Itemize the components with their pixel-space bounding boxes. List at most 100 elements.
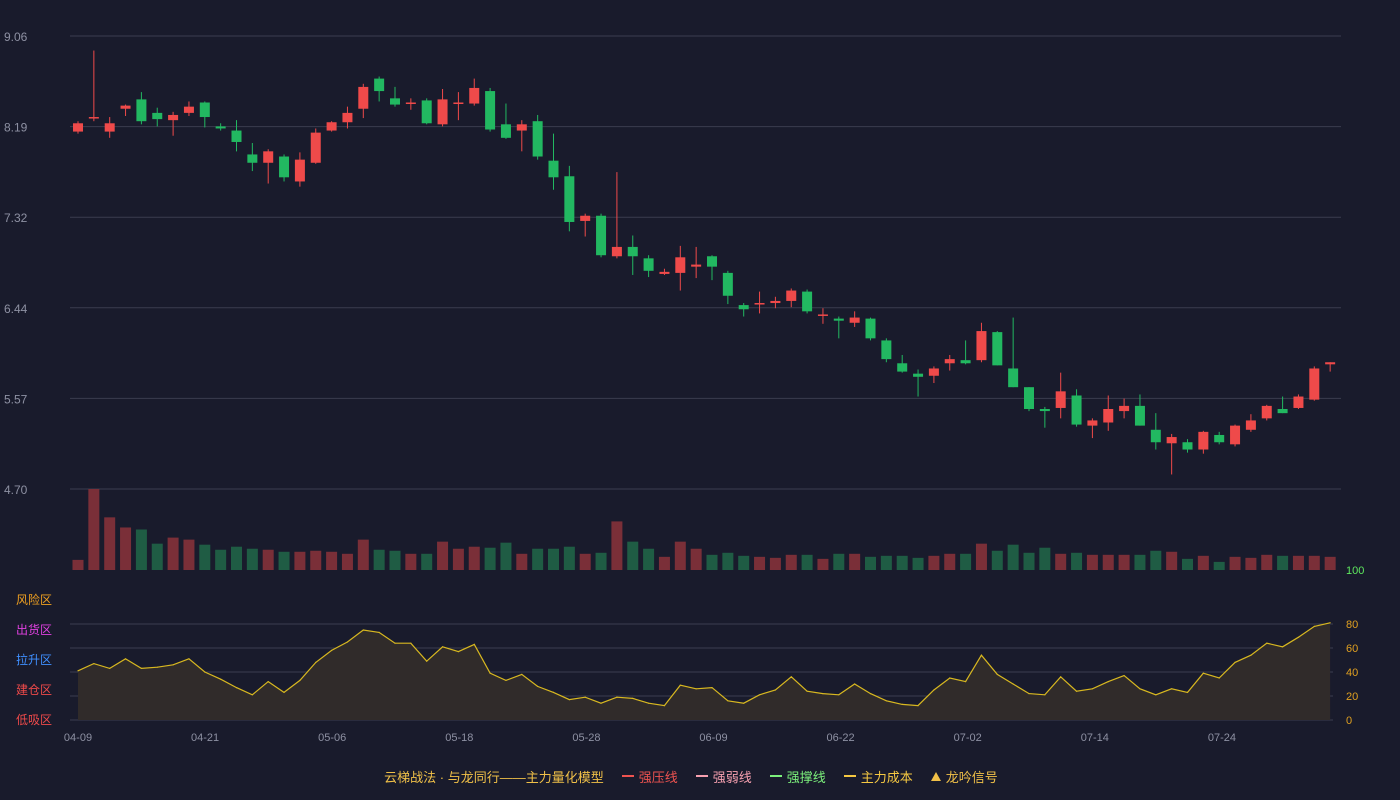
- indicator-point: [774, 689, 777, 691]
- indicator-point: [743, 702, 745, 704]
- indicator-point: [267, 681, 269, 683]
- candle-down: [152, 112, 163, 120]
- volume-bar: [1245, 557, 1257, 570]
- candle-up: [786, 290, 797, 301]
- indicator-point: [901, 703, 903, 706]
- candle-down: [390, 98, 400, 105]
- volume-bar: [468, 546, 480, 570]
- volume-bar: [1277, 555, 1289, 570]
- candle-up: [1245, 420, 1256, 430]
- legend-item-dragon-signal[interactable]: 龙吟信号: [930, 767, 998, 786]
- candle-down: [865, 318, 876, 339]
- volume-bar: [199, 544, 211, 570]
- volume-bar: [1102, 554, 1114, 570]
- legend-swatch-dashed-pink: [695, 775, 708, 777]
- candle-down: [881, 340, 892, 360]
- indicator-point: [1329, 622, 1331, 624]
- candle-down: [485, 91, 496, 130]
- candle-down: [627, 246, 638, 257]
- legend-label: 强撑线: [786, 769, 826, 785]
- legend-item-strength-line[interactable]: 强弱线: [695, 767, 752, 786]
- indicator-point: [1297, 636, 1300, 638]
- indicator-point: [663, 705, 666, 707]
- volume-bar: [880, 555, 892, 570]
- candle-down: [231, 130, 242, 142]
- candle-up: [1166, 437, 1177, 444]
- legend-label: 龙吟信号: [945, 769, 998, 785]
- volume-bar: [706, 554, 718, 570]
- volume-bar: [532, 548, 544, 570]
- candle-up: [358, 86, 369, 109]
- volume-bar: [658, 556, 670, 570]
- volume-bar: [405, 553, 417, 570]
- volume-bar: [120, 527, 132, 570]
- candle-up: [1119, 405, 1130, 412]
- x-axis: 04-09 04-21 05-06 05-18 05-28 06-09 06-22 07-02…: [64, 732, 1236, 744]
- volume-bar: [896, 555, 908, 570]
- indicator-point: [346, 641, 349, 643]
- candle-down: [992, 332, 1003, 366]
- volume-bar: [1324, 556, 1336, 570]
- volume-bar: [278, 551, 290, 570]
- volume-bar: [595, 552, 607, 570]
- candle-up: [817, 314, 828, 316]
- indicator-point: [394, 642, 396, 644]
- indicator-point: [552, 691, 555, 694]
- x-tick-label: 04-21: [191, 732, 219, 744]
- candle-down: [738, 305, 749, 310]
- indicator-point: [1139, 688, 1141, 690]
- candle-down: [199, 102, 210, 118]
- volume-bar: [452, 548, 464, 570]
- indicator-point: [1186, 691, 1189, 694]
- candle-up: [310, 132, 321, 163]
- candle-up: [754, 303, 765, 305]
- candle-up: [691, 264, 702, 267]
- indicator-point: [1218, 677, 1220, 679]
- indicator-point: [648, 702, 650, 704]
- volume-bar: [912, 557, 924, 570]
- candle-down: [1134, 405, 1145, 426]
- volume-bar: [389, 550, 401, 570]
- indicator-tick-label: 40: [1346, 667, 1358, 679]
- volume-bar: [674, 541, 686, 570]
- volume-bar: [437, 541, 449, 570]
- candle-down: [1039, 408, 1050, 412]
- x-tick-label: 04-09: [64, 732, 92, 744]
- candle-down: [215, 126, 226, 129]
- candle-down: [374, 78, 385, 92]
- volume-bar: [754, 556, 766, 570]
- volume-bar: [1086, 554, 1098, 570]
- volume-bar: [1292, 555, 1304, 570]
- indicator-tick-label: 20: [1346, 691, 1358, 703]
- candle-up: [1198, 431, 1209, 450]
- candle-up: [1103, 408, 1114, 423]
- indicator-tick-label: 0: [1346, 715, 1352, 727]
- indicator-point: [584, 696, 586, 698]
- volume-bar: [1023, 552, 1035, 570]
- candle-up: [120, 105, 131, 109]
- volume-bar: [611, 521, 623, 570]
- candle-down: [833, 318, 844, 321]
- indicator-point: [220, 678, 222, 680]
- indicator-point: [838, 694, 840, 696]
- candle-up: [675, 257, 686, 273]
- indicator-point: [949, 677, 951, 679]
- indicator-point: [616, 696, 618, 698]
- indicator-point: [695, 688, 697, 690]
- legend-item-support-line[interactable]: 强撑线: [769, 767, 826, 786]
- volume-bar: [72, 559, 84, 570]
- volume-bar: [215, 549, 227, 570]
- indicator-point: [537, 685, 539, 688]
- legend-item-main-cost[interactable]: 主力成本: [843, 767, 913, 786]
- volume-bar: [231, 546, 242, 570]
- legend-item-strong-pressure[interactable]: 强压线: [621, 767, 678, 786]
- indicator-point: [711, 687, 713, 689]
- candle-down: [802, 291, 813, 312]
- indicator-point: [1123, 675, 1125, 677]
- zone-label: 风险区: [16, 592, 52, 607]
- indicator-point: [505, 679, 507, 682]
- volume-bar: [928, 555, 940, 570]
- volume-bar: [1308, 555, 1320, 570]
- volume-bar: [1229, 556, 1241, 570]
- indicator-tick-label: 100: [1346, 565, 1364, 577]
